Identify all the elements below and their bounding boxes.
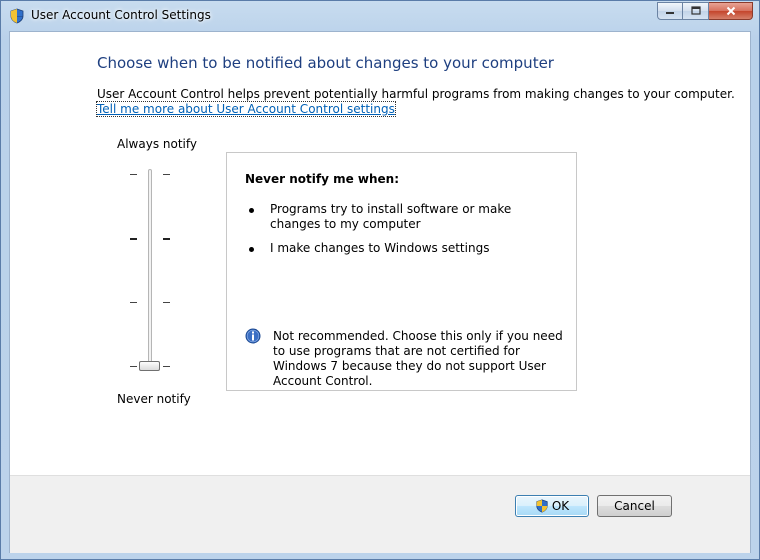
- maximize-button[interactable]: [683, 2, 709, 20]
- ok-button[interactable]: OK: [515, 495, 589, 517]
- slider-tick: [130, 302, 137, 303]
- slider-tick: [130, 174, 137, 175]
- list-item: Programs try to install software or make…: [249, 202, 559, 234]
- info-icon: [245, 328, 261, 344]
- slider-thumb[interactable]: [139, 361, 160, 371]
- minimize-icon: [666, 12, 674, 14]
- maximize-icon: [690, 6, 701, 15]
- slider-tick: [163, 238, 170, 240]
- slider-top-label: Always notify: [117, 137, 197, 151]
- page-title: Choose when to be notified about changes…: [97, 54, 554, 72]
- list-item-text: I make changes to Windows settings: [270, 241, 490, 255]
- caption-buttons: [657, 2, 753, 22]
- slider-tick: [163, 366, 170, 367]
- list-item-text: Programs try to install software or make…: [270, 202, 512, 231]
- bullet-icon: [249, 247, 254, 252]
- uac-settings-window: User Account Control Settings Choose whe…: [0, 0, 760, 560]
- list-item: I make changes to Windows settings: [249, 241, 559, 257]
- close-button[interactable]: [709, 2, 753, 20]
- learn-more-link[interactable]: Tell me more about User Account Control …: [96, 101, 396, 117]
- client-area: Choose when to be notified about changes…: [9, 31, 751, 553]
- slider-tick: [163, 302, 170, 303]
- slider-track[interactable]: [148, 169, 152, 369]
- ok-button-label: OK: [551, 499, 570, 513]
- minimize-button[interactable]: [657, 2, 683, 20]
- warning-text: Not recommended. Choose this only if you…: [273, 329, 563, 388]
- button-footer: OK Cancel: [10, 475, 750, 553]
- slider-tick: [163, 174, 170, 175]
- box-title: Never notify me when:: [245, 172, 400, 186]
- close-icon: [726, 6, 735, 16]
- window-title: User Account Control Settings: [31, 8, 211, 22]
- slider-tick: [130, 238, 137, 240]
- cancel-button[interactable]: Cancel: [597, 495, 672, 517]
- title-bar[interactable]: User Account Control Settings: [1, 1, 759, 31]
- uac-shield-icon: [10, 8, 24, 24]
- bullet-icon: [249, 208, 254, 213]
- description-text: User Account Control helps prevent poten…: [97, 87, 735, 101]
- slider-tick: [130, 366, 137, 367]
- slider-bottom-label: Never notify: [117, 392, 191, 406]
- uac-shield-icon: [536, 499, 548, 513]
- level-description-box: Never notify me when: Programs try to in…: [226, 152, 577, 391]
